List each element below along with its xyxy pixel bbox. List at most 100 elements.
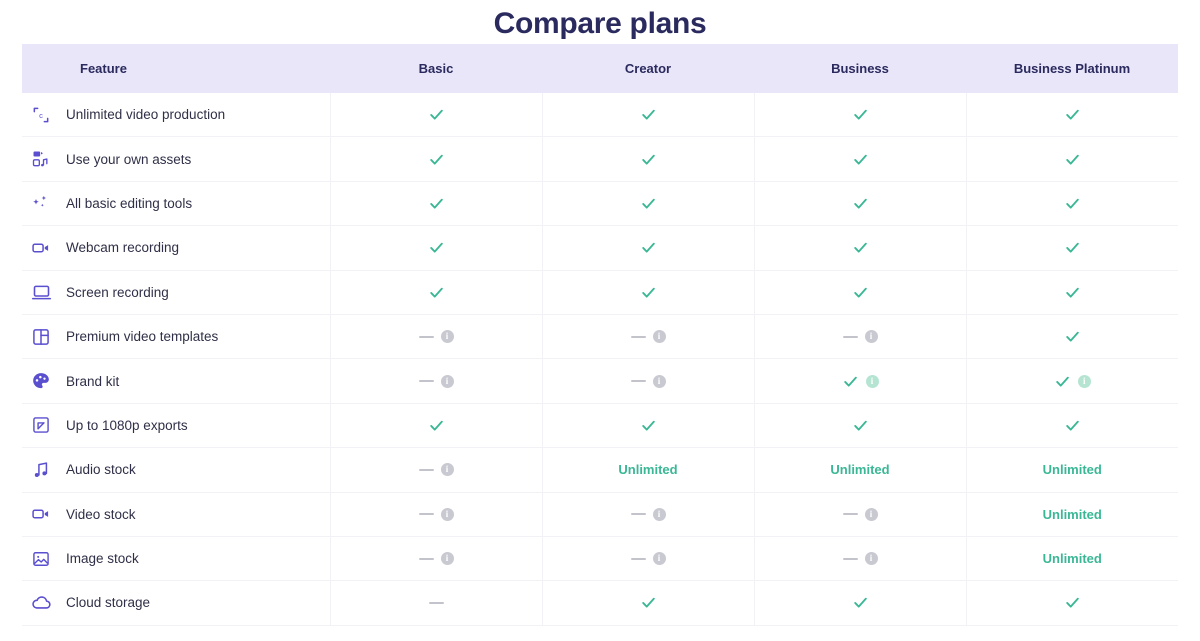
check-icon — [1064, 417, 1081, 434]
feature-label: Use your own assets — [66, 151, 192, 167]
feature-label: All basic editing tools — [66, 195, 193, 211]
table-row: Use your own assets — [22, 136, 1178, 182]
feature-cell: Audio stock — [22, 447, 331, 493]
cell-basic: i — [330, 536, 543, 582]
feature-inner: Up to 1080p exports — [22, 414, 330, 436]
check-icon — [428, 417, 445, 434]
info-icon[interactable]: i — [865, 374, 879, 388]
cell-content: i — [543, 493, 754, 536]
info-icon[interactable]: i — [440, 374, 454, 388]
cell-content — [331, 404, 542, 447]
table-row: Cloud storage — [22, 580, 1179, 626]
check-icon — [640, 195, 657, 212]
cell-content — [755, 93, 966, 136]
dash-icon — [630, 335, 646, 338]
page-title: Compare plans — [493, 7, 707, 40]
dash-icon — [418, 468, 434, 471]
cell-business_platinum — [966, 93, 1178, 138]
feature-cell: Video stock — [22, 492, 331, 537]
column-header-basic: Basic — [330, 44, 542, 93]
info-icon[interactable]: i — [652, 374, 666, 388]
info-icon[interactable]: i — [652, 507, 666, 521]
cell-business: Unlimited — [754, 447, 967, 493]
cell-basic — [330, 270, 543, 315]
info-icon[interactable]: i — [1077, 374, 1091, 388]
cell-content: Unlimited — [967, 493, 1179, 536]
feature-inner: Use your own assets — [22, 148, 330, 170]
cell-content — [967, 182, 1179, 225]
cell-content — [543, 93, 754, 136]
info-icon[interactable]: i — [864, 552, 878, 566]
cell-content: i — [755, 537, 966, 580]
table-row: All basic editing tools — [22, 181, 1179, 227]
check-icon — [852, 284, 869, 301]
cell-content: i — [543, 537, 754, 580]
feature-cell: c Unlimited video production — [22, 93, 331, 138]
info-icon[interactable]: i — [652, 552, 666, 566]
compare-plans-table: Feature Basic Creator Business Business … — [22, 44, 1178, 626]
cell-basic: i — [330, 447, 543, 493]
cell-content — [967, 271, 1179, 314]
cell-content — [543, 182, 754, 225]
dash-icon — [418, 513, 434, 516]
info-icon[interactable]: i — [440, 463, 454, 477]
dash-icon — [418, 335, 434, 338]
media-assets-icon — [30, 148, 52, 170]
info-icon[interactable]: i — [864, 507, 878, 521]
cell-business_platinum: i — [966, 358, 1179, 404]
cell-creator: Unlimited — [542, 447, 755, 493]
video-camera-icon — [30, 237, 52, 259]
cell-basic — [330, 580, 543, 626]
info-icon[interactable]: i — [440, 507, 454, 521]
check-icon — [428, 106, 445, 123]
feature-cell: Brand kit — [22, 358, 331, 404]
feature-label: Up to 1080p exports — [66, 417, 188, 433]
info-icon[interactable]: i — [440, 330, 454, 344]
cell-content — [755, 226, 966, 269]
table-row: Webcam recording — [22, 225, 1179, 271]
cell-business: i — [754, 314, 967, 360]
cell-content — [967, 581, 1179, 624]
laptop-icon — [30, 281, 52, 303]
cell-business_platinum — [966, 314, 1178, 360]
feature-inner: Premium video templates — [22, 326, 330, 348]
feature-inner: Cloud storage — [22, 592, 330, 614]
info-icon[interactable]: i — [864, 330, 878, 344]
info-icon[interactable]: i — [440, 552, 454, 566]
feature-label: Screen recording — [66, 284, 169, 300]
dash-icon — [630, 513, 646, 516]
cell-content: i — [543, 315, 754, 358]
palette-icon — [30, 370, 52, 392]
column-header-business-platinum: Business Platinum — [966, 44, 1178, 93]
music-note-icon — [30, 459, 52, 481]
export-frame-icon — [30, 414, 52, 436]
cell-creator — [542, 93, 755, 138]
cell-basic: i — [330, 358, 543, 404]
table-row: Up to 1080p exports — [22, 403, 1178, 449]
cell-content — [331, 93, 542, 136]
cell-content: Unlimited — [967, 448, 1179, 491]
cell-creator — [542, 270, 755, 315]
check-icon — [852, 594, 869, 611]
cell-content — [967, 226, 1179, 269]
cell-content: Unlimited — [543, 448, 754, 491]
cell-business_platinum — [966, 580, 1179, 626]
cell-business: i — [754, 492, 967, 537]
cell-content: i — [967, 359, 1179, 402]
cell-basic — [330, 225, 543, 271]
cell-content: Unlimited — [967, 537, 1179, 580]
cell-content — [331, 226, 542, 269]
crop-frame-icon: c — [30, 104, 52, 126]
check-icon — [640, 417, 657, 434]
table-body: c Unlimited video production Use your own … — [22, 93, 1179, 626]
check-icon — [640, 284, 657, 301]
cell-content: i — [543, 359, 754, 402]
info-icon[interactable]: i — [652, 330, 666, 344]
cell-creator — [542, 136, 755, 182]
cell-content — [543, 271, 754, 314]
feature-label: Webcam recording — [66, 240, 180, 256]
feature-inner: Audio stock — [22, 459, 330, 481]
cell-content — [543, 581, 754, 624]
cell-basic — [330, 93, 543, 138]
check-icon — [852, 151, 869, 168]
